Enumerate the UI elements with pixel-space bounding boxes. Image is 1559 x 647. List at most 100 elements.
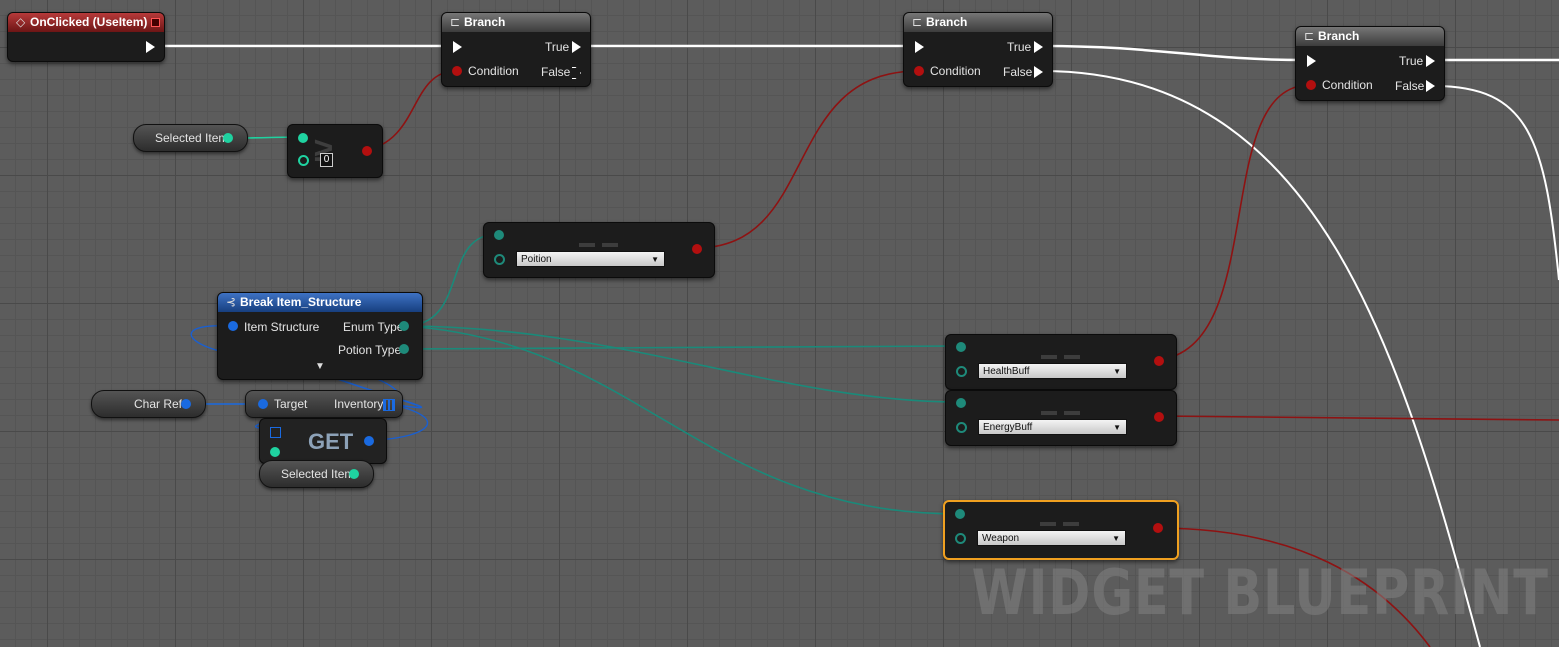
bool-out-pin[interactable] [1154,356,1164,366]
enum-equal-node-poition[interactable]: Poition ▼ [483,222,715,278]
selected-item-variable[interactable]: Selected Item [133,124,248,152]
node-grip-handle [1064,411,1080,415]
enum-equal-node-energybuff[interactable]: EnergyBuff ▼ [945,390,1177,446]
true-exec-pin[interactable] [1426,55,1435,67]
enum-b-pin[interactable] [956,366,967,377]
break-node-header: ⊰ Break Item_Structure [218,293,422,312]
event-node-onclicked[interactable]: ◇ OnClicked (UseItem) [7,12,165,62]
exec-in-pin[interactable] [915,41,924,53]
branch-node-3[interactable]: ⊏ Branch True Condition False [1295,26,1445,101]
exec-out-pin[interactable] [146,41,155,53]
enum-dropdown-value: Poition [521,254,552,265]
node-grip-handle [1040,522,1056,526]
enum-b-pin[interactable] [956,422,967,433]
bool-out-pin[interactable] [692,244,702,254]
true-label: True [1007,40,1032,54]
condition-pin[interactable] [914,66,924,76]
true-label: True [545,40,570,54]
branch-node-header: ⊏ Branch [1296,27,1444,46]
chevron-down-icon: ▼ [1113,367,1121,376]
enum-a-pin[interactable] [955,509,965,519]
condition-pin[interactable] [1306,80,1316,90]
true-exec-pin[interactable] [572,41,581,53]
item-structure-label: Item Structure [244,320,320,334]
exec-in-pin[interactable] [453,41,462,53]
array-get-node[interactable]: GET [259,418,387,464]
bool-out-pin[interactable] [362,146,372,156]
condition-label: Condition [468,64,519,78]
false-exec-pin[interactable] [1426,80,1435,92]
index-in-pin[interactable] [270,447,280,457]
target-pin[interactable] [258,399,268,409]
array-grid-icon[interactable] [383,399,395,411]
enum-a-pin[interactable] [494,230,504,240]
branch-node-title: Branch [1318,29,1360,43]
bool-wire [1156,84,1311,361]
integer-out-pin[interactable] [223,133,233,143]
node-grip-handle [579,243,595,247]
branch-node-2[interactable]: ⊏ Branch True Condition False [903,12,1053,87]
integer-out-pin[interactable] [349,469,359,479]
condition-pin[interactable] [452,66,462,76]
object-out-pin[interactable] [181,399,191,409]
delegate-pin-icon[interactable] [151,18,160,27]
byte-wire [403,325,961,403]
potion-type-pin[interactable] [399,344,409,354]
chevron-down-icon: ▼ [1112,534,1120,543]
struct-in-pin[interactable] [228,321,238,331]
false-exec-pin[interactable] [1034,66,1043,78]
node-grip-handle [1041,355,1057,359]
expand-arrow-icon[interactable]: ▼ [315,361,325,372]
branch-icon: ⊏ [912,15,923,29]
node-grip-handle [1063,522,1079,526]
bool-out-pin[interactable] [1153,523,1163,533]
event-node-title: OnClicked (UseItem) [30,15,148,29]
enum-equal-node-healthbuff[interactable]: HealthBuff ▼ [945,334,1177,390]
enum-dropdown-value: EnergyBuff [983,422,1033,433]
branch-node-1[interactable]: ⊏ Branch True Condition False [441,12,591,87]
enum-dropdown[interactable]: Poition ▼ [516,251,665,267]
enum-type-label: Enum Type [343,320,404,334]
exec-in-pin[interactable] [1307,55,1316,67]
inventory-getter-node[interactable]: Target Inventory [245,390,403,418]
false-exec-pin[interactable] [572,67,581,79]
node-grip-handle [1041,411,1057,415]
enum-type-pin[interactable] [399,321,409,331]
enum-dropdown[interactable]: HealthBuff ▼ [978,363,1127,379]
break-struct-node[interactable]: ⊰ Break Item_Structure Item Structure Enu… [217,292,423,380]
enum-equal-node-weapon[interactable]: Weapon ▼ [943,500,1179,560]
inventory-label: Inventory [334,397,384,411]
byte-wire [403,345,961,350]
variable-label: Char Ref [134,397,183,411]
event-node-header: ◇ OnClicked (UseItem) [8,13,164,32]
condition-label: Condition [1322,78,1373,92]
exec-wire [1041,44,1306,62]
node-grip-handle [602,243,618,247]
enum-dropdown[interactable]: Weapon ▼ [977,530,1126,546]
compare-b-pin[interactable] [298,155,309,166]
get-label: GET [308,429,354,454]
true-label: True [1399,54,1424,68]
false-label: False [1395,79,1425,93]
compare-node[interactable]: ≥ 0 [287,124,383,178]
char-ref-variable[interactable]: Char Ref [91,390,206,418]
enum-b-pin[interactable] [955,533,966,544]
enum-a-pin[interactable] [956,398,966,408]
condition-label: Condition [930,64,981,78]
bool-out-pin[interactable] [1154,412,1164,422]
enum-dropdown[interactable]: EnergyBuff ▼ [978,419,1127,435]
true-exec-pin[interactable] [1034,41,1043,53]
array-in-icon[interactable] [270,427,281,438]
enum-a-pin[interactable] [956,342,966,352]
compare-value-box[interactable]: 0 [320,153,333,167]
branch-node-title: Branch [464,15,506,29]
enum-b-pin[interactable] [494,254,505,265]
bool-wire [695,70,919,249]
widget-blueprint-watermark: WIDGET BLUEPRINT [971,556,1549,629]
exec-wire [1433,85,1559,281]
event-icon: ◇ [16,15,26,29]
break-struct-icon: ⊰ [226,295,237,309]
selected-item-variable-2[interactable]: Selected Item [259,460,374,488]
struct-out-pin[interactable] [364,436,374,446]
compare-a-pin[interactable] [298,133,308,143]
